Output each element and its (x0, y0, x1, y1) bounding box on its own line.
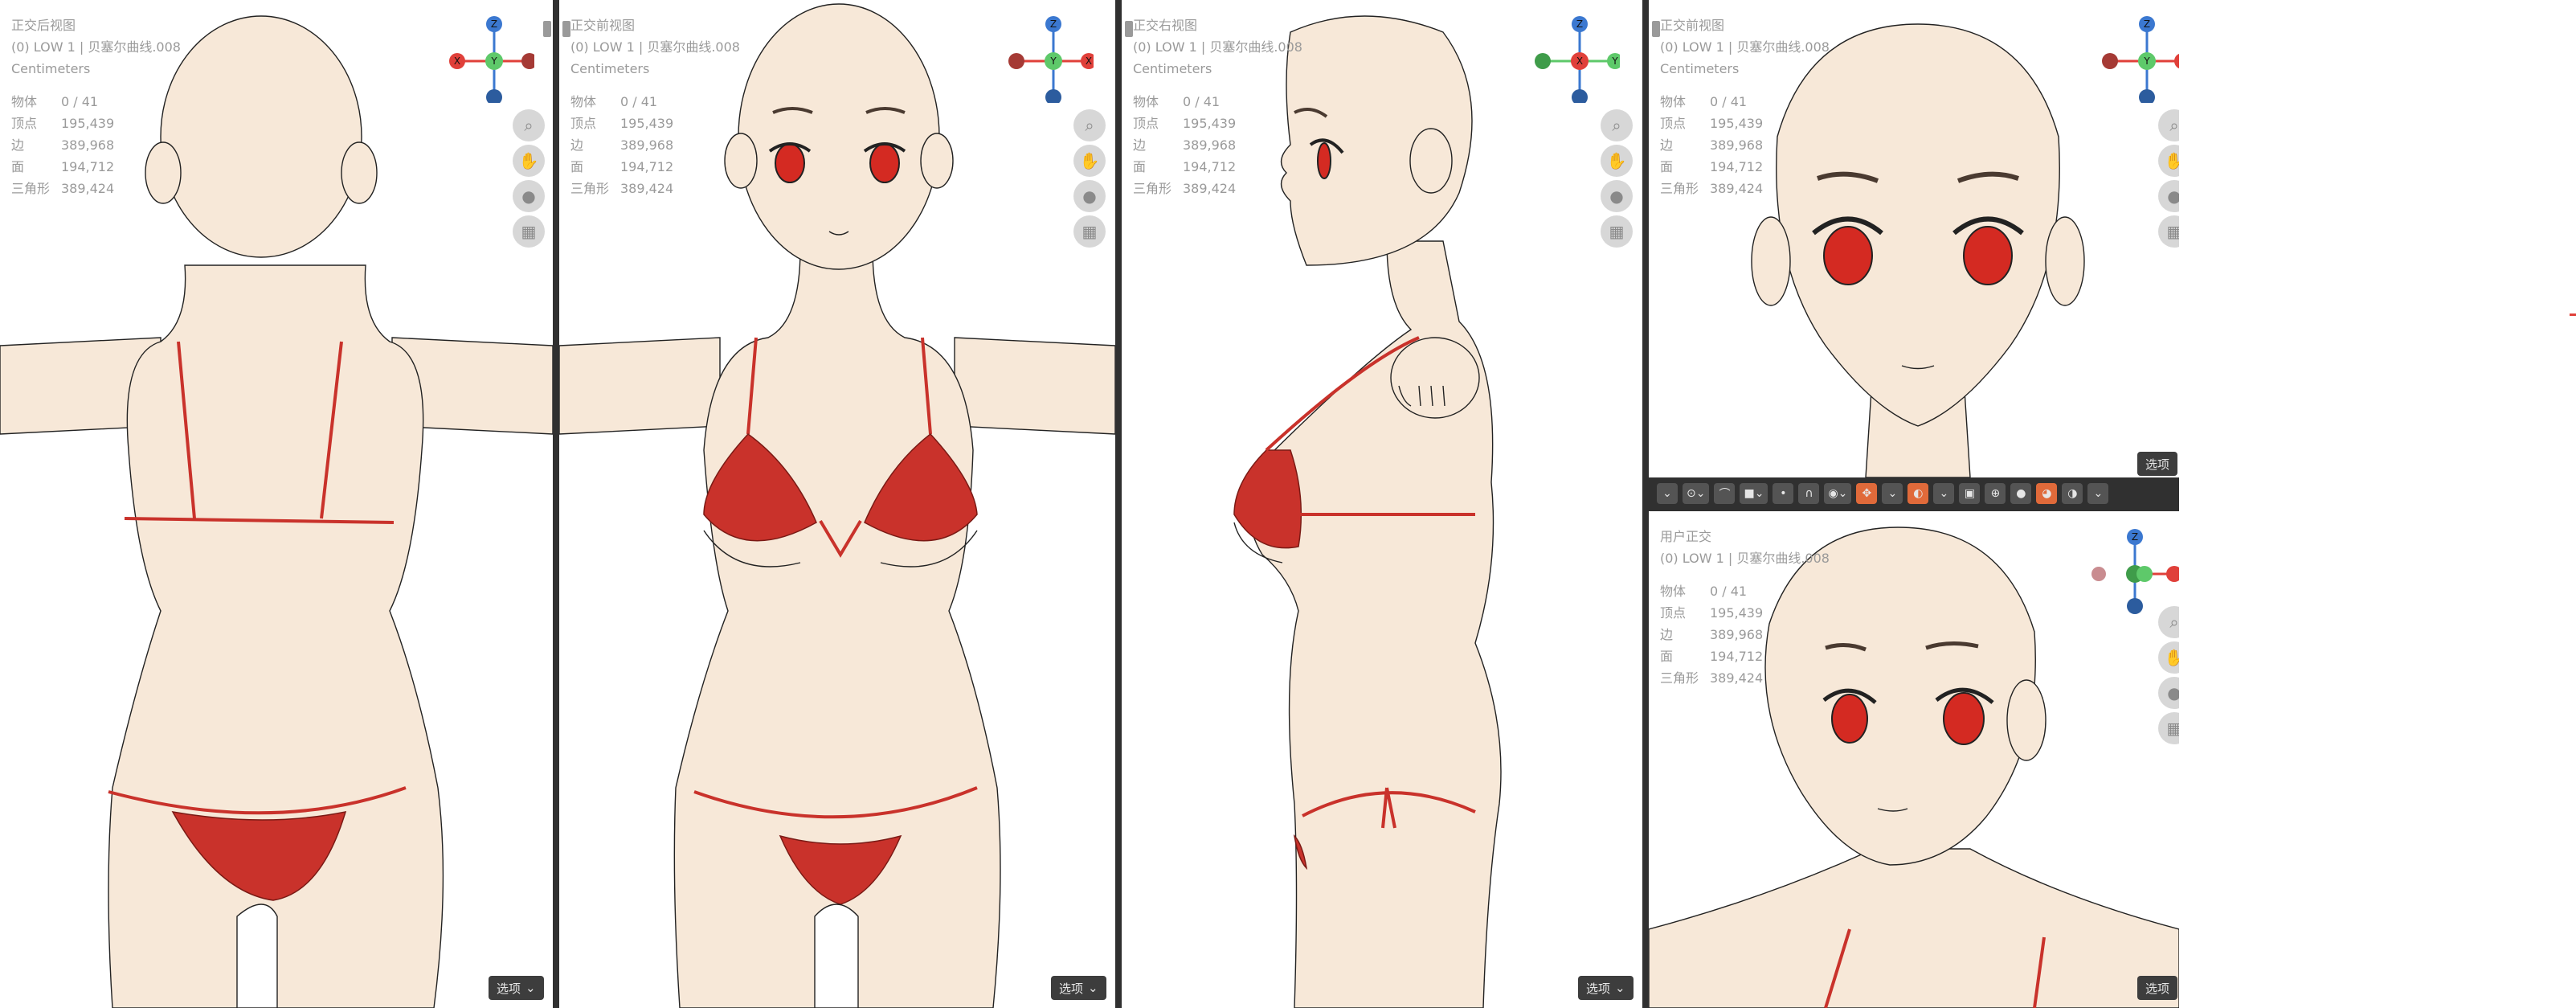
falloff-icon[interactable]: ∩ (1798, 483, 1820, 504)
axis-gizmo[interactable]: Z Y X (1005, 14, 1094, 103)
shading-dropdown-icon[interactable]: ⌄ (2087, 483, 2109, 504)
view-icon[interactable]: ⌄ (1657, 483, 1678, 504)
viewport-front[interactable]: 正交前视图 (0) LOW 1 | 贝塞尔曲线.008 Centimeters … (559, 0, 1115, 1008)
sidebar-tab[interactable] (543, 21, 551, 37)
axis-gizmo[interactable]: Z X Y (446, 14, 534, 103)
options-dropdown[interactable]: 选项 ⌄ (1051, 976, 1106, 1000)
gizmo-z-label: Z (2132, 531, 2138, 543)
gizmo-x-label: X (1086, 55, 1092, 67)
sidebar-tab[interactable] (1125, 21, 1133, 37)
axis-gizmo[interactable]: Z Y (2099, 14, 2179, 103)
proportional-icon[interactable]: • (1773, 483, 1794, 504)
options-dropdown[interactable]: 选项 (2137, 976, 2178, 1000)
cursor-marker (2570, 313, 2576, 316)
gizmo-y-label: Y (2143, 55, 2150, 67)
character-front-render (559, 3, 1115, 1008)
visibility-icon[interactable]: ◉⌄ (1824, 483, 1852, 504)
shading-render-icon[interactable]: ◑ (2062, 483, 2083, 504)
viewport-header-toolbar: ⌄ ⊙⌄ ⌒ ■⌄ • ∩ ◉⌄ ✥ ⌄ ◐ ⌄ ▣ ⊕ ● ◕ ◑ ⌄ (1652, 479, 2179, 508)
camera-icon[interactable]: ● (1601, 180, 1633, 212)
gizmo-y-label: Y (490, 55, 497, 67)
overlay-dropdown-icon[interactable]: ⌄ (1933, 483, 1955, 504)
options-dropdown[interactable]: 选项 ⌄ (489, 976, 544, 1000)
chevron-down-icon: ⌄ (1615, 981, 1625, 995)
gizmo-z-label: Z (1576, 18, 1583, 30)
gizmo-x-label: X (454, 55, 460, 67)
zoom-icon[interactable]: ⌕ (1601, 109, 1633, 141)
gizmo-z-label: Z (2144, 18, 2150, 30)
character-back-render (0, 15, 553, 1008)
options-dropdown[interactable]: 选项 (2137, 452, 2178, 476)
grid-icon[interactable]: ▦ (1073, 215, 1106, 248)
options-dropdown[interactable]: 选项 ⌄ (1578, 976, 1634, 1000)
grid-icon[interactable]: ▦ (1601, 215, 1633, 248)
grid-icon[interactable]: ▦ (513, 215, 545, 248)
viewport-right[interactable]: 正交右视图 (0) LOW 1 | 贝塞尔曲线.008 Centimeters … (1122, 0, 1642, 1008)
zoom-icon[interactable]: ⌕ (513, 109, 545, 141)
overlay-icon[interactable]: ◐ (1907, 483, 1929, 504)
sidebar-tab[interactable] (562, 21, 570, 37)
shading-wire-icon[interactable]: ⊕ (1985, 483, 2006, 504)
snap-icon[interactable]: ⌒ (1714, 483, 1736, 504)
gizmo-z-label: Z (1050, 18, 1057, 30)
gizmo-x-label: X (1576, 55, 1583, 67)
chevron-down-icon: ⌄ (1088, 981, 1098, 995)
gizmo-z-label: Z (491, 18, 497, 30)
gizmo-y-label: Y (1611, 55, 1618, 67)
character-side-render (1233, 15, 1502, 1008)
snap-target-icon[interactable]: ■⌄ (1740, 483, 1768, 504)
pan-hand-icon[interactable]: ✋ (1073, 145, 1106, 177)
viewport-user-ortho[interactable]: 用户正交 (0) LOW 1 | 贝塞尔曲线.008 物体 0 / 41 顶点 19… (1649, 511, 2179, 1008)
gizmo-dropdown-icon[interactable]: ⌄ (1882, 483, 1903, 504)
axis-gizmo[interactable]: Z X Y (1531, 14, 1620, 103)
sidebar-tab[interactable] (1652, 21, 1660, 37)
camera-icon[interactable]: ● (513, 180, 545, 212)
viewport-front-closeup[interactable]: 正交前视图 (0) LOW 1 | 贝塞尔曲线.008 Centimeters … (1649, 0, 2179, 477)
chevron-down-icon: ⌄ (525, 981, 536, 995)
shading-solid-icon[interactable]: ● (2010, 483, 2032, 504)
shading-material-icon[interactable]: ◕ (2036, 483, 2058, 504)
camera-icon[interactable]: ● (1073, 180, 1106, 212)
axis-gizmo[interactable]: Z (2091, 526, 2179, 614)
transform-pivot-icon[interactable]: ⊙⌄ (1683, 483, 1710, 504)
gizmo-icon[interactable]: ✥ (1856, 483, 1878, 504)
zoom-icon[interactable]: ⌕ (1073, 109, 1106, 141)
pan-hand-icon[interactable]: ✋ (513, 145, 545, 177)
pan-hand-icon[interactable]: ✋ (1601, 145, 1633, 177)
xray-icon[interactable]: ▣ (1959, 483, 1981, 504)
viewport-back[interactable]: 正交后视图 (0) LOW 1 | 贝塞尔曲线.008 Centimeters … (0, 0, 553, 1008)
gizmo-y-label: Y (1049, 55, 1057, 67)
